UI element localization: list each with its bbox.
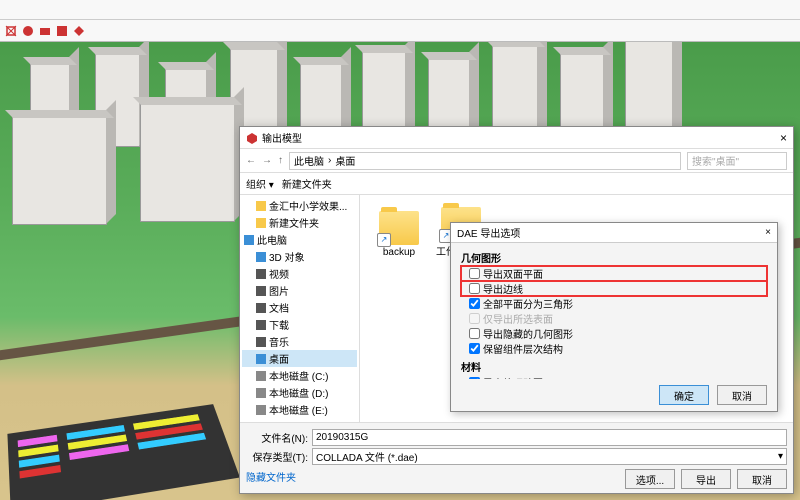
ok-button[interactable]: 确定 bbox=[659, 385, 709, 405]
section-material: 材料 bbox=[461, 359, 767, 374]
filename-label: 文件名(N): bbox=[246, 430, 308, 445]
opt-two-sided[interactable]: 导出双面平面 bbox=[461, 266, 767, 281]
tool-icon-1[interactable] bbox=[4, 24, 18, 38]
tree-item[interactable]: 文档 bbox=[242, 299, 357, 316]
command-bar: 组织 ▾ 新建文件夹 bbox=[240, 173, 793, 195]
tree-item[interactable]: 音乐 bbox=[242, 333, 357, 350]
export-button[interactable]: 导出 bbox=[681, 469, 731, 489]
breadcrumb[interactable]: 此电脑› 桌面 bbox=[289, 152, 681, 170]
tool-icon-2[interactable] bbox=[21, 24, 35, 38]
cancel-button[interactable]: 取消 bbox=[737, 469, 787, 489]
hide-folders-link[interactable]: 隐藏文件夹 bbox=[246, 469, 296, 489]
toolbar bbox=[0, 20, 800, 42]
savetype-field[interactable]: COLLADA 文件 (*.dae)▾ bbox=[312, 448, 787, 465]
tree-item[interactable]: 视频 bbox=[242, 265, 357, 282]
tool-icon-3[interactable] bbox=[38, 24, 52, 38]
filename-field[interactable]: 20190315G bbox=[312, 429, 787, 446]
tree-item[interactable]: 3D 对象 bbox=[242, 248, 357, 265]
nav-bar: ← → ↑ 此电脑› 桌面 搜索"桌面" bbox=[240, 149, 793, 173]
tree-item[interactable]: 图片 bbox=[242, 282, 357, 299]
options-cancel-button[interactable]: 取消 bbox=[717, 385, 767, 405]
opt-edges[interactable]: 导出边线 bbox=[461, 281, 767, 296]
back-icon[interactable]: ← bbox=[246, 155, 256, 166]
tool-icon-5[interactable] bbox=[72, 24, 86, 38]
tree-item[interactable]: 本地磁盘 (C:) bbox=[242, 367, 357, 384]
tree-item[interactable]: 此电脑 bbox=[242, 231, 357, 248]
close-icon[interactable]: × bbox=[780, 131, 787, 145]
tree-item[interactable]: 新建文件夹 bbox=[242, 214, 357, 231]
savetype-label: 保存类型(T): bbox=[246, 449, 308, 464]
opt-hierarchy[interactable]: 保留组件层次结构 bbox=[461, 341, 767, 356]
tree-item[interactable]: 金汇中小学效果... bbox=[242, 197, 357, 214]
opt-selection-only: 仅导出所选表面 bbox=[461, 311, 767, 326]
opt-triangulate[interactable]: 全部平面分为三角形 bbox=[461, 296, 767, 311]
search-input[interactable]: 搜索"桌面" bbox=[687, 152, 787, 170]
options-button[interactable]: 选项... bbox=[625, 469, 675, 489]
menu-bar bbox=[0, 0, 800, 20]
colorful-building bbox=[7, 404, 240, 500]
options-titlebar: DAE 导出选项 × bbox=[451, 223, 777, 243]
options-title: DAE 导出选项 bbox=[457, 225, 520, 240]
dialog-titlebar: 输出模型 × bbox=[240, 127, 793, 149]
organize-button[interactable]: 组织 ▾ bbox=[246, 176, 274, 191]
newfolder-button[interactable]: 新建文件夹 bbox=[282, 176, 332, 191]
tree-item[interactable]: 桌面 bbox=[242, 350, 357, 367]
up-icon[interactable]: ↑ bbox=[278, 155, 283, 166]
tree-item[interactable]: 本地磁盘 (D:) bbox=[242, 384, 357, 401]
folder-tree[interactable]: 金汇中小学效果...新建文件夹此电脑3D 对象视频图片文档下载音乐桌面本地磁盘 … bbox=[240, 195, 360, 422]
tool-icon-4[interactable] bbox=[55, 24, 69, 38]
dialog-title: 输出模型 bbox=[262, 130, 302, 145]
tree-item[interactable]: 下载 bbox=[242, 316, 357, 333]
forward-icon[interactable]: → bbox=[262, 155, 272, 166]
dae-options-dialog: DAE 导出选项 × 几何图形 导出双面平面 导出边线 全部平面分为三角形 仅导… bbox=[450, 222, 778, 412]
section-geometry: 几何图形 bbox=[461, 250, 767, 265]
options-close-icon[interactable]: × bbox=[765, 227, 771, 238]
dialog-bottom: 文件名(N): 20190315G 保存类型(T): COLLADA 文件 (*… bbox=[240, 422, 793, 493]
folder-item[interactable]: backup bbox=[372, 211, 426, 258]
opt-hidden-geom[interactable]: 导出隐藏的几何图形 bbox=[461, 326, 767, 341]
tree-item[interactable]: 本地磁盘 (E:) bbox=[242, 401, 357, 418]
sketchup-icon bbox=[246, 132, 258, 144]
